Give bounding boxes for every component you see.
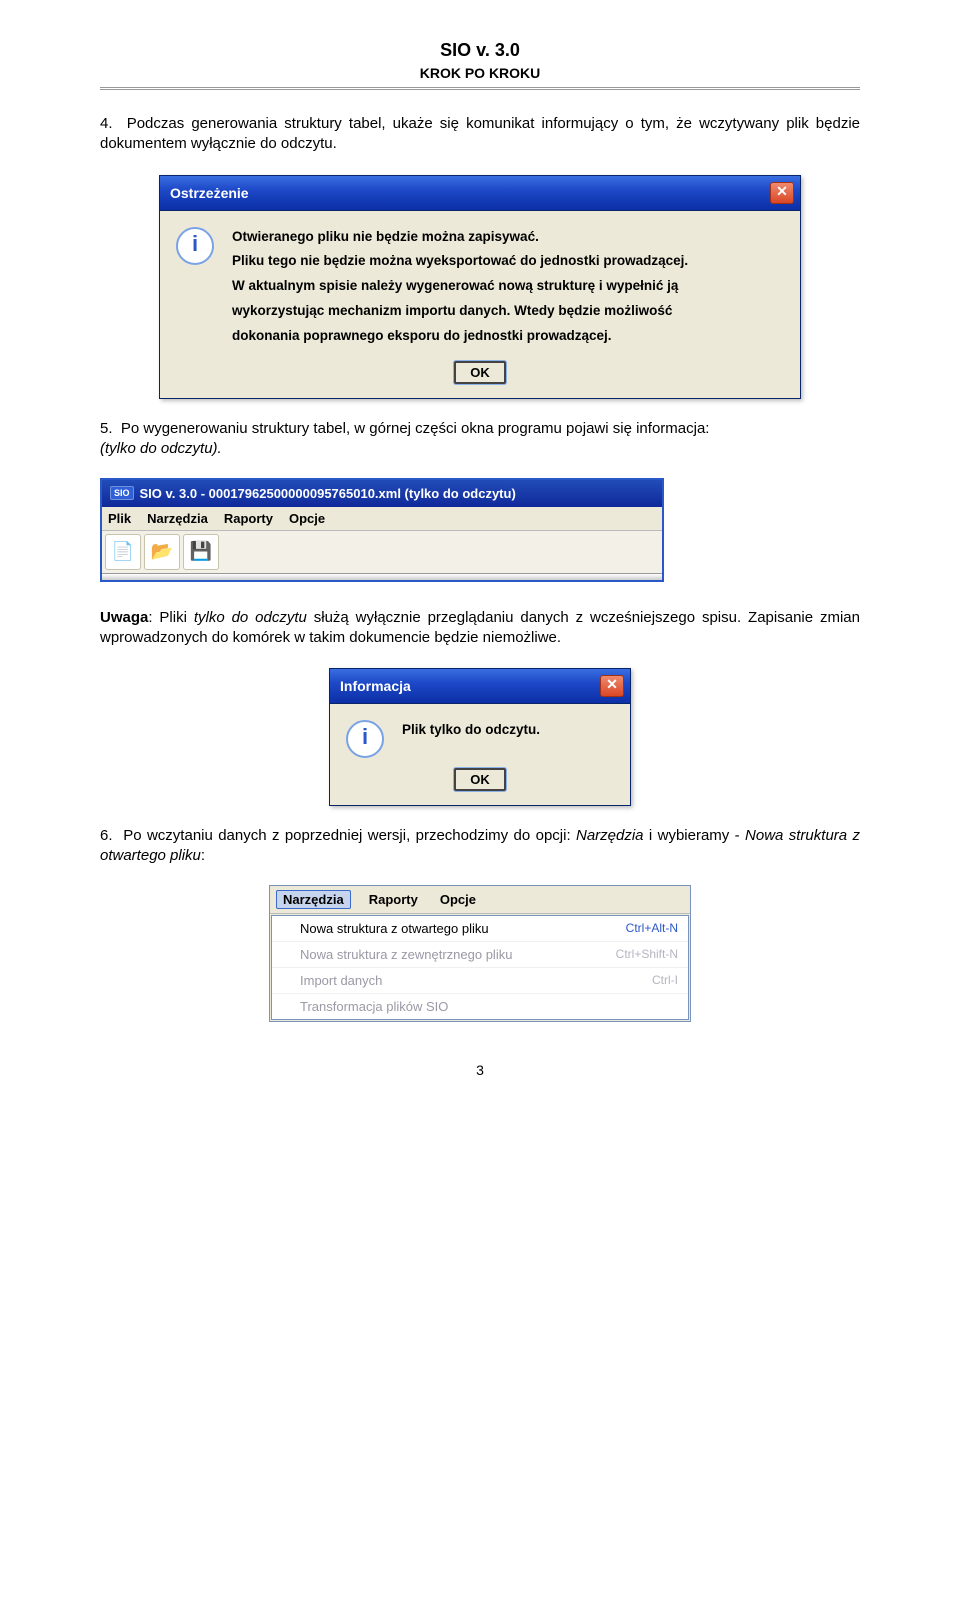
ctx-item-import[interactable]: Import danych Ctrl-I	[272, 968, 688, 994]
ctx-item-label: Nowa struktura z otwartego pliku	[300, 921, 489, 936]
app-toolbar	[102, 531, 662, 574]
ok-button[interactable]: OK	[454, 768, 506, 791]
close-icon[interactable]: ✕	[770, 182, 794, 204]
p6-e: :	[201, 847, 205, 864]
note-italic: tylko do odczytu	[194, 609, 307, 626]
app-title-text: SIO v. 3.0 - 00017962500000095765010.xml…	[140, 486, 516, 501]
ctx-menu-opcje[interactable]: Opcje	[436, 890, 480, 909]
ctx-item-label: Nowa struktura z zewnętrznego pliku	[300, 947, 512, 962]
note-prefix: Uwaga	[100, 609, 148, 626]
ctx-item-shortcut: Ctrl-I	[652, 973, 678, 987]
menu-raporty[interactable]: Raporty	[224, 511, 273, 526]
app-menubar: Plik Narzędzia Raporty Opcje	[102, 507, 662, 531]
page-number: 3	[100, 1062, 860, 1078]
doc-title: SIO v. 3.0	[100, 40, 860, 61]
open-file-icon[interactable]	[144, 534, 180, 570]
ctx-menubar: Narzędzia Raporty Opcje	[270, 886, 690, 914]
info-text: Plik tylko do odczytu.	[402, 720, 540, 745]
info-titlebar: Informacja ✕	[330, 669, 630, 704]
info-msg: Plik tylko do odczytu.	[402, 720, 540, 741]
ctx-item-label: Import danych	[300, 973, 382, 988]
warning-line3: W aktualnym spisie należy wygenerować no…	[232, 276, 688, 297]
menu-plik[interactable]: Plik	[108, 511, 131, 526]
paragraph-6: 6. Po wczytaniu danych z poprzedniej wer…	[100, 826, 860, 867]
ctx-item-shortcut: Ctrl+Shift-N	[616, 947, 678, 961]
p6-a: 6. Po wczytaniu danych z poprzedniej wer…	[100, 827, 576, 844]
p6-b: Narzędzia	[576, 827, 644, 844]
paragraph-5: 5. Po wygenerowaniu struktury tabel, w g…	[100, 419, 860, 460]
ctx-item-nowa-zewnetrznego[interactable]: Nowa struktura z zewnętrznego pliku Ctrl…	[272, 942, 688, 968]
title-rule	[100, 87, 860, 90]
close-icon[interactable]: ✕	[600, 675, 624, 697]
context-menu-screenshot: Narzędzia Raporty Opcje Nowa struktura z…	[269, 885, 691, 1022]
ctx-item-shortcut: Ctrl+Alt-N	[626, 921, 678, 935]
warning-text: Otwieranego pliku nie będzie można zapis…	[232, 227, 688, 352]
menu-narzedzia[interactable]: Narzędzia	[147, 511, 208, 526]
doc-subtitle: KROK PO KROKU	[100, 65, 860, 81]
paragraph-4: 4. Podczas generowania struktury tabel, …	[100, 114, 860, 155]
warning-titlebar: Ostrzeżenie ✕	[160, 176, 800, 211]
ctx-menu-narzedzia[interactable]: Narzędzia	[276, 890, 351, 909]
ctx-item-transformacja[interactable]: Transformacja plików SIO	[272, 994, 688, 1019]
warning-line5: dokonania poprawnego eksporu do jednostk…	[232, 326, 688, 347]
appbar-fade	[102, 574, 662, 580]
paragraph-5-italic: (tylko do odczytu).	[100, 440, 222, 457]
note-paragraph: Uwaga: Pliki tylko do odczytu służą wyłą…	[100, 608, 860, 649]
p6-c: i wybieramy -	[644, 827, 746, 844]
app-titlebar: SIO SIO v. 3.0 - 00017962500000095765010…	[102, 480, 662, 507]
ctx-item-nowa-otwartego[interactable]: Nowa struktura z otwartego pliku Ctrl+Al…	[272, 916, 688, 942]
info-dialog: Informacja ✕ i Plik tylko do odczytu. OK	[329, 668, 631, 806]
save-file-icon[interactable]	[183, 534, 219, 570]
sio-appbar: SIO SIO v. 3.0 - 00017962500000095765010…	[100, 478, 664, 582]
new-file-icon[interactable]	[105, 534, 141, 570]
ctx-item-label: Transformacja plików SIO	[300, 999, 448, 1014]
warning-dialog: Ostrzeżenie ✕ i Otwieranego pliku nie bę…	[159, 175, 801, 400]
warning-line4: wykorzystując mechanizm importu danych. …	[232, 301, 688, 322]
sio-badge-icon: SIO	[110, 486, 134, 500]
paragraph-5-text: 5. Po wygenerowaniu struktury tabel, w g…	[100, 420, 709, 437]
info-icon: i	[176, 227, 214, 265]
ok-button[interactable]: OK	[454, 361, 506, 384]
info-title: Informacja	[340, 678, 600, 694]
ctx-menu-raporty[interactable]: Raporty	[365, 890, 422, 909]
ctx-menu-list: Nowa struktura z otwartego pliku Ctrl+Al…	[271, 915, 689, 1020]
warning-line2: Pliku tego nie będzie można wyeksportowa…	[232, 251, 688, 272]
info-icon: i	[346, 720, 384, 758]
menu-opcje[interactable]: Opcje	[289, 511, 325, 526]
note-mid1: : Pliki	[148, 609, 193, 626]
warning-title: Ostrzeżenie	[170, 185, 770, 201]
warning-line1: Otwieranego pliku nie będzie można zapis…	[232, 227, 688, 248]
